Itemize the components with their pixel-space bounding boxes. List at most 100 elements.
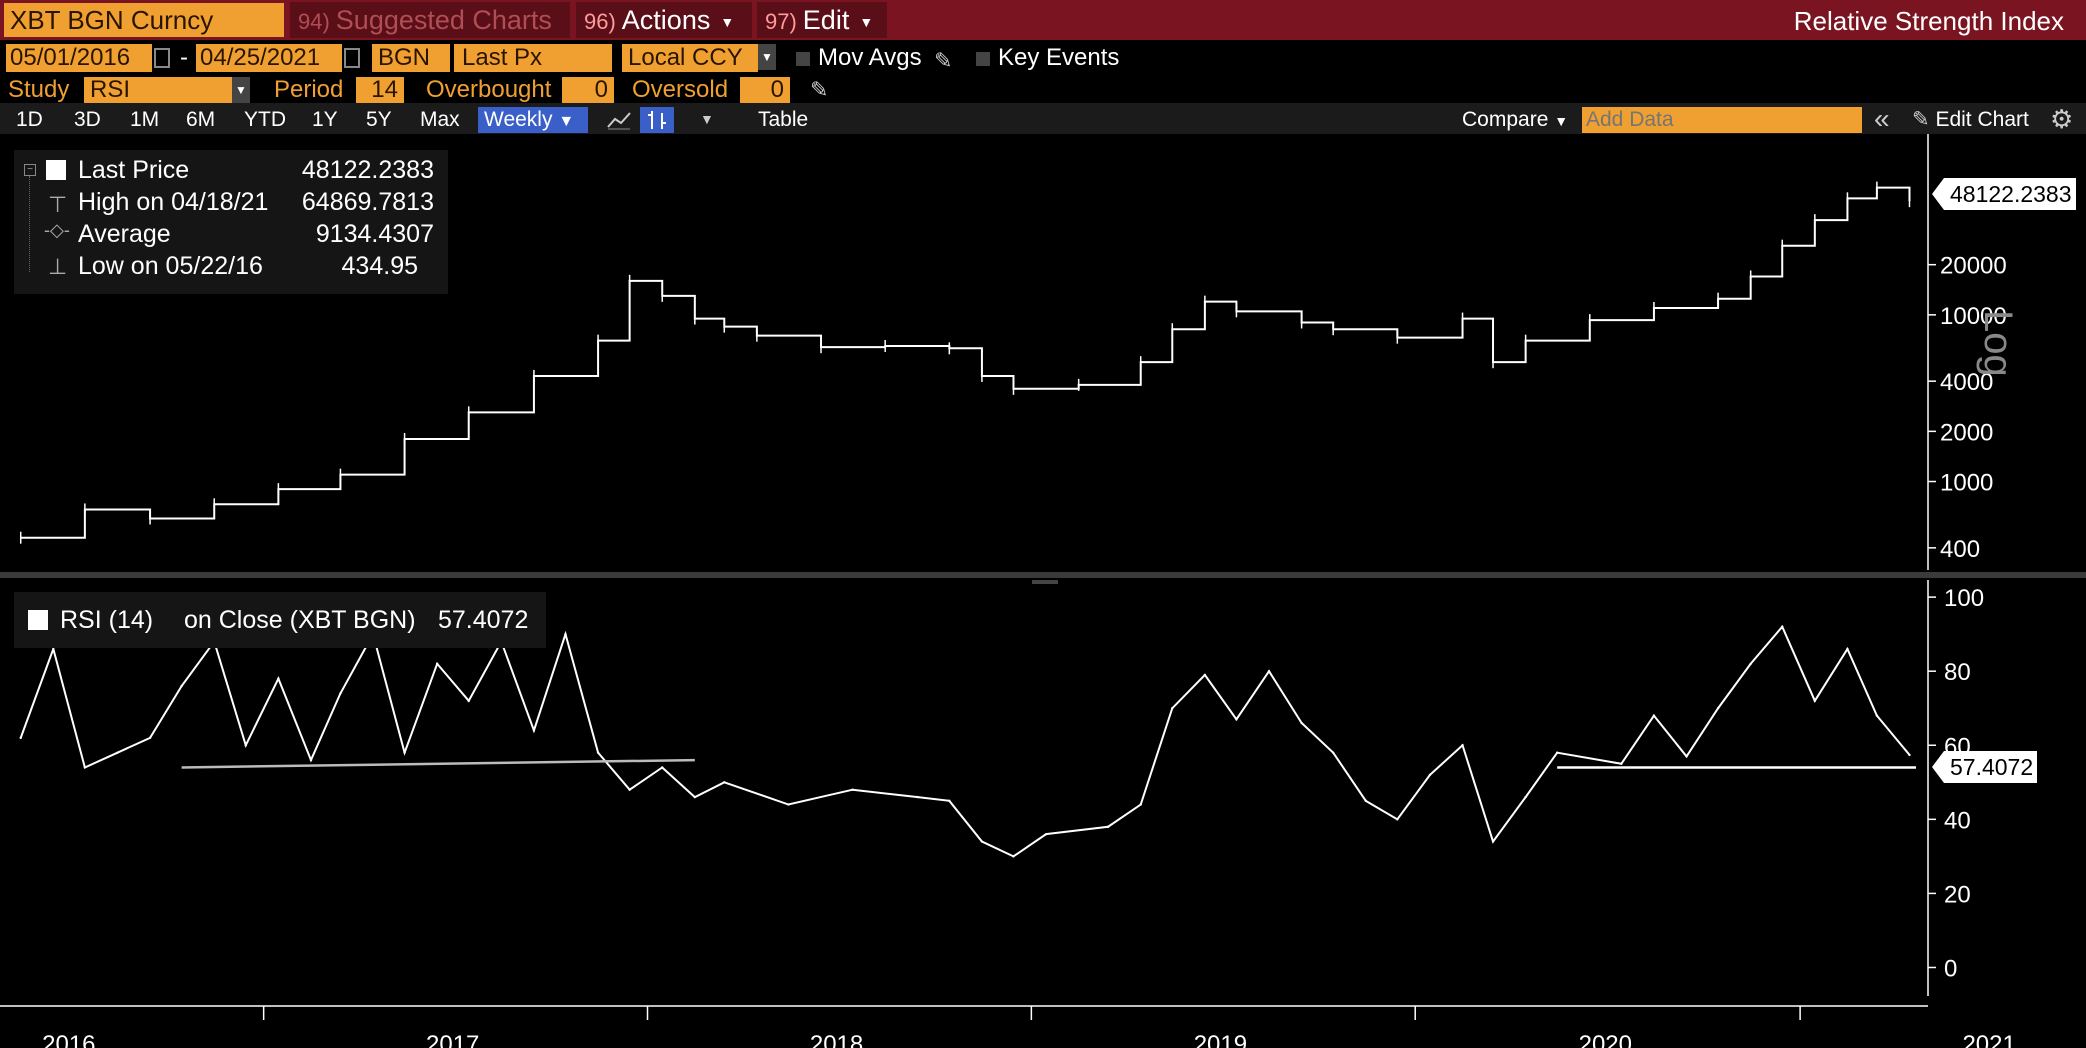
key-events-toggle[interactable]: Key Events [976,44,1119,72]
low-label: Low on 05/22/16 [78,252,263,280]
rsi-point [116,751,119,754]
edit-label: Edit [802,5,850,35]
rsi-point [1524,795,1527,799]
field-select[interactable]: Last Px [454,44,612,72]
rsi-point [19,736,22,740]
study-label: Study [8,76,70,103]
rsi-point [1781,625,1784,628]
last-price-value: 48122.2383 [301,156,434,184]
rsi-trendline-left [181,758,695,769]
suggested-charts-tab[interactable]: 94) Suggested Charts [290,2,570,38]
high-value: 64869.7813 [301,188,434,216]
rsi-last-tag: 57.4072 [1931,751,2038,783]
average-label: Average [78,220,171,248]
range-1y[interactable]: 1Y [312,107,338,133]
table-button[interactable]: Table [758,107,808,133]
frequency-select[interactable]: Weekly ▼ [478,107,588,133]
key-events-checkbox[interactable] [976,51,990,66]
rsi-point [787,803,790,806]
rsi-point [564,632,567,636]
range-3d[interactable]: 3D [74,107,101,133]
calendar-icon[interactable] [154,48,170,68]
rsi-point [1203,673,1207,677]
chevron-down-icon[interactable]: ▼ [700,111,714,127]
rsi-point [723,781,726,784]
rsi-tick-label: 80 [1944,659,1971,686]
x-tick-label: 2018 [810,1031,863,1048]
range-5y[interactable]: 5Y [366,107,392,133]
rsi-point [339,692,342,695]
range-1d[interactable]: 1D [16,107,43,133]
last-price-tag: 48122.2383 [1932,178,2076,210]
mov-avgs-toggle[interactable]: Mov Avgs [796,44,922,72]
rsi-point [948,799,951,803]
bar-chart-icon[interactable] [640,107,674,133]
page-title: Relative Strength Index [1793,6,2064,36]
chart-toolbar: 1D 3D 1M 6M YTD 1Y 5Y Max Weekly ▼ ▼ Tab… [0,103,2086,134]
price-tick-label: 2000 [1940,419,1993,446]
price-axis-title: Log [1976,310,2020,377]
rsi-point [1235,718,1238,721]
rsi-point [1012,855,1015,858]
chevron-down-icon: ▼ [720,13,735,30]
average-marker-icon: -◇- [44,220,70,240]
period-label: Period [274,76,344,103]
rsi-value: 57.4072 [438,606,529,634]
chevron-down-icon[interactable]: ▼ [232,77,250,103]
x-tick-label: 2021 [1962,1031,2015,1048]
rsi-point [1716,707,1720,710]
rsi-point [1044,832,1048,836]
range-ytd[interactable]: YTD [244,107,286,133]
rsi-point [1139,803,1142,806]
end-date-field[interactable]: 04/25/2021 [196,44,342,72]
rsi-point [1846,647,1849,651]
header-bar: XBT BGN Curncy 94) Suggested Charts 96) Ac… [0,0,2086,40]
rsi-point [596,751,600,754]
edit-chart-button[interactable]: ✎ Edit Chart [1912,107,2029,133]
rsi-point [83,766,87,769]
add-data-input[interactable] [1582,107,1862,133]
chevron-down-icon[interactable]: ▼ [758,44,776,70]
collapse-legend-icon[interactable]: − [24,164,36,176]
rsi-swatch-icon [28,610,48,630]
x-tick-label: 2016 [42,1031,95,1048]
line-chart-icon[interactable] [606,109,632,131]
last-price-label: Last Price [78,156,190,184]
rsi-tick-label: 0 [1944,955,1957,982]
range-1m[interactable]: 1M [130,107,159,133]
actions-menu[interactable]: 96) Actions ▼ [576,2,752,38]
rsi-series-line [19,624,1911,858]
high-marker-icon: ⊤ [48,192,68,217]
start-date-field[interactable]: 05/01/2016 [6,44,152,72]
oversold-input[interactable]: 0 [740,77,790,103]
calendar-icon[interactable] [344,48,360,68]
collapse-icon[interactable]: « [1874,105,1890,133]
range-6m[interactable]: 6M [186,107,215,133]
pencil-icon: ✎ [1912,108,1930,131]
drag-handle-icon[interactable] [1030,572,1060,584]
currency-select[interactable]: Local CCY [622,44,758,72]
date-row: 05/01/2016 - 04/25/2021 BGN Last Px Loca… [0,40,2086,77]
study-select[interactable]: RSI [84,77,232,103]
rsi-point [980,840,984,843]
security-field[interactable]: XBT BGN Curncy [4,3,284,37]
period-input[interactable]: 14 [356,77,404,103]
range-max[interactable]: Max [420,107,460,133]
price-tick-label: 20000 [1940,253,2007,280]
rsi-point [1461,744,1464,747]
source-field[interactable]: BGN [372,44,450,72]
pencil-icon[interactable]: ✎ [934,48,952,74]
gear-icon[interactable]: ⚙ [2050,105,2073,133]
compare-button[interactable]: Compare ▼ [1462,107,1568,133]
overbought-input[interactable]: 0 [562,77,614,103]
pencil-icon[interactable]: ✎ [810,77,828,103]
compare-label: Compare [1462,108,1549,131]
mov-avgs-checkbox[interactable] [796,51,810,66]
rsi-point [52,647,55,651]
date-separator: - [180,44,188,71]
low-marker-icon: ⊥ [48,254,68,279]
edit-menu[interactable]: 97) Edit ▼ [757,2,887,38]
chevron-down-icon: ▼ [558,113,575,130]
rsi-point [1491,840,1495,843]
rsi-point [1267,669,1271,673]
